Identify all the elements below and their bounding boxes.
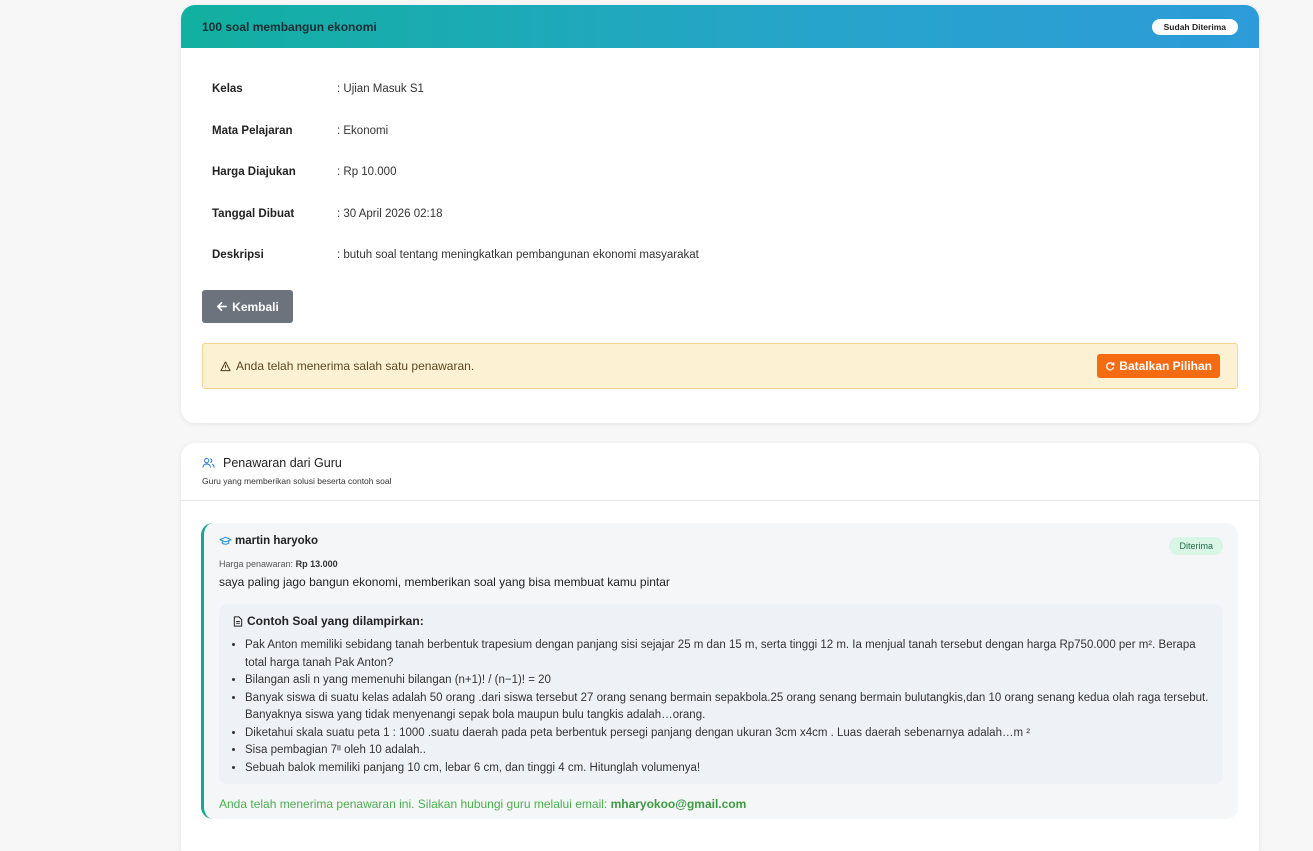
status-badge: Sudah Diterima [1151, 18, 1238, 35]
info-label: Tanggal Dibuat [212, 207, 295, 220]
sample-questions-title-text: Contoh Soal yang dilampirkan: [247, 614, 424, 628]
back-button[interactable]: Kembali [202, 290, 293, 323]
contact-text: Anda telah menerima penawaran ini. Silak… [219, 797, 608, 811]
offer-name-row: martin haryoko Diterima [219, 535, 1223, 555]
info-value: : butuh soal tentang meningkatkan pemban… [337, 249, 699, 261]
graduation-cap-icon [219, 536, 232, 546]
back-button-label: Kembali [232, 299, 279, 314]
info-label: Kelas [212, 83, 243, 95]
teacher-name-text: martin haryoko [235, 535, 319, 547]
info-value: : Ekonomi [337, 124, 389, 137]
list-item: Diketahui skala suatu peta 1 : 1000 .sua… [245, 725, 1209, 743]
info-row-mata-pelajaran: Mata Pelajaran : Ekonomi [212, 125, 699, 167]
contact-info: Anda telah menerima penawaran ini. Silak… [219, 797, 1223, 811]
offers-card: Penawaran dari Guru Guru yang memberikan… [181, 443, 1259, 851]
accepted-alert: Anda telah menerima salah satu penawaran… [202, 343, 1238, 389]
refresh-icon [1105, 361, 1115, 371]
list-item: Pak Anton memiliki sebidang tanah berben… [245, 637, 1209, 672]
warning-icon [220, 360, 231, 372]
info-label: Mata Pelajaran [212, 124, 293, 137]
offer-status-badge: Diterima [1169, 537, 1223, 555]
teacher-name: martin haryoko [219, 535, 318, 547]
offers-title: Penawaran dari Guru [223, 456, 342, 470]
list-item: Bilangan asli n yang memenuhi bilangan (… [245, 672, 1209, 690]
alert-text: Anda telah menerima salah satu penawaran… [236, 359, 475, 373]
sample-questions-list: Pak Anton memiliki sebidang tanah berben… [233, 637, 1209, 777]
info-row-kelas: Kelas : Ujian Masuk S1 [212, 83, 699, 125]
list-item: Sebuah balok memiliki panjang 10 cm, leb… [245, 760, 1209, 778]
sample-questions-box: Contoh Soal yang dilampirkan: Pak Anton … [219, 604, 1223, 784]
alert-message: Anda telah menerima salah satu penawaran… [220, 359, 474, 373]
offers-header: Penawaran dari Guru Guru yang memberikan… [181, 443, 1259, 501]
arrow-left-icon [216, 301, 228, 312]
offers-title-row: Penawaran dari Guru [202, 456, 1238, 470]
list-item: Sisa pembagian 7ᴵᴵ oleh 10 adalah.. [245, 742, 1209, 760]
info-value: : Ujian Masuk S1 [337, 83, 424, 95]
info-label: Deskripsi [212, 249, 264, 261]
info-value: : Rp 10.000 [337, 166, 397, 178]
sample-questions-title: Contoh Soal yang dilampirkan: [233, 614, 1209, 628]
offer-price-value: Rp 13.000 [295, 559, 338, 569]
request-info-table: Kelas : Ujian Masuk S1 Mata Pelajaran : … [212, 83, 699, 291]
request-card: 100 soal membangun ekonomi Sudah Diterim… [181, 5, 1259, 423]
cancel-choice-label: Batalkan Pilihan [1119, 359, 1212, 373]
offers-subtitle: Guru yang memberikan solusi beserta cont… [202, 476, 392, 486]
offer-message: saya paling jago bangun ekonomi, memberi… [219, 575, 670, 589]
info-row-deskripsi: Deskripsi : butuh soal tentang meningkat… [212, 249, 699, 291]
info-row-harga-diajukan: Harga Diajukan : Rp 10.000 [212, 166, 699, 208]
info-row-tanggal-dibuat: Tanggal Dibuat : 30 April 2026 02:18 [212, 208, 699, 250]
offer-price-label: Harga penawaran: [219, 559, 294, 569]
offer-item: martin haryoko Diterima Harga penawaran:… [201, 523, 1238, 819]
info-value: : 30 April 2026 02:18 [337, 207, 443, 220]
contact-email[interactable]: mharyokoo@gmail.com [611, 797, 747, 811]
request-title: 100 soal membangun ekonomi [202, 19, 377, 34]
offer-price: Harga penawaran: Rp 13.000 [219, 559, 1223, 569]
users-icon [202, 457, 215, 469]
info-label: Harga Diajukan [212, 166, 296, 178]
document-icon [233, 615, 243, 627]
request-header: 100 soal membangun ekonomi Sudah Diterim… [181, 5, 1259, 48]
cancel-choice-button[interactable]: Batalkan Pilihan [1097, 354, 1220, 378]
list-item: Banyak siswa di suatu kelas adalah 50 or… [245, 690, 1209, 725]
